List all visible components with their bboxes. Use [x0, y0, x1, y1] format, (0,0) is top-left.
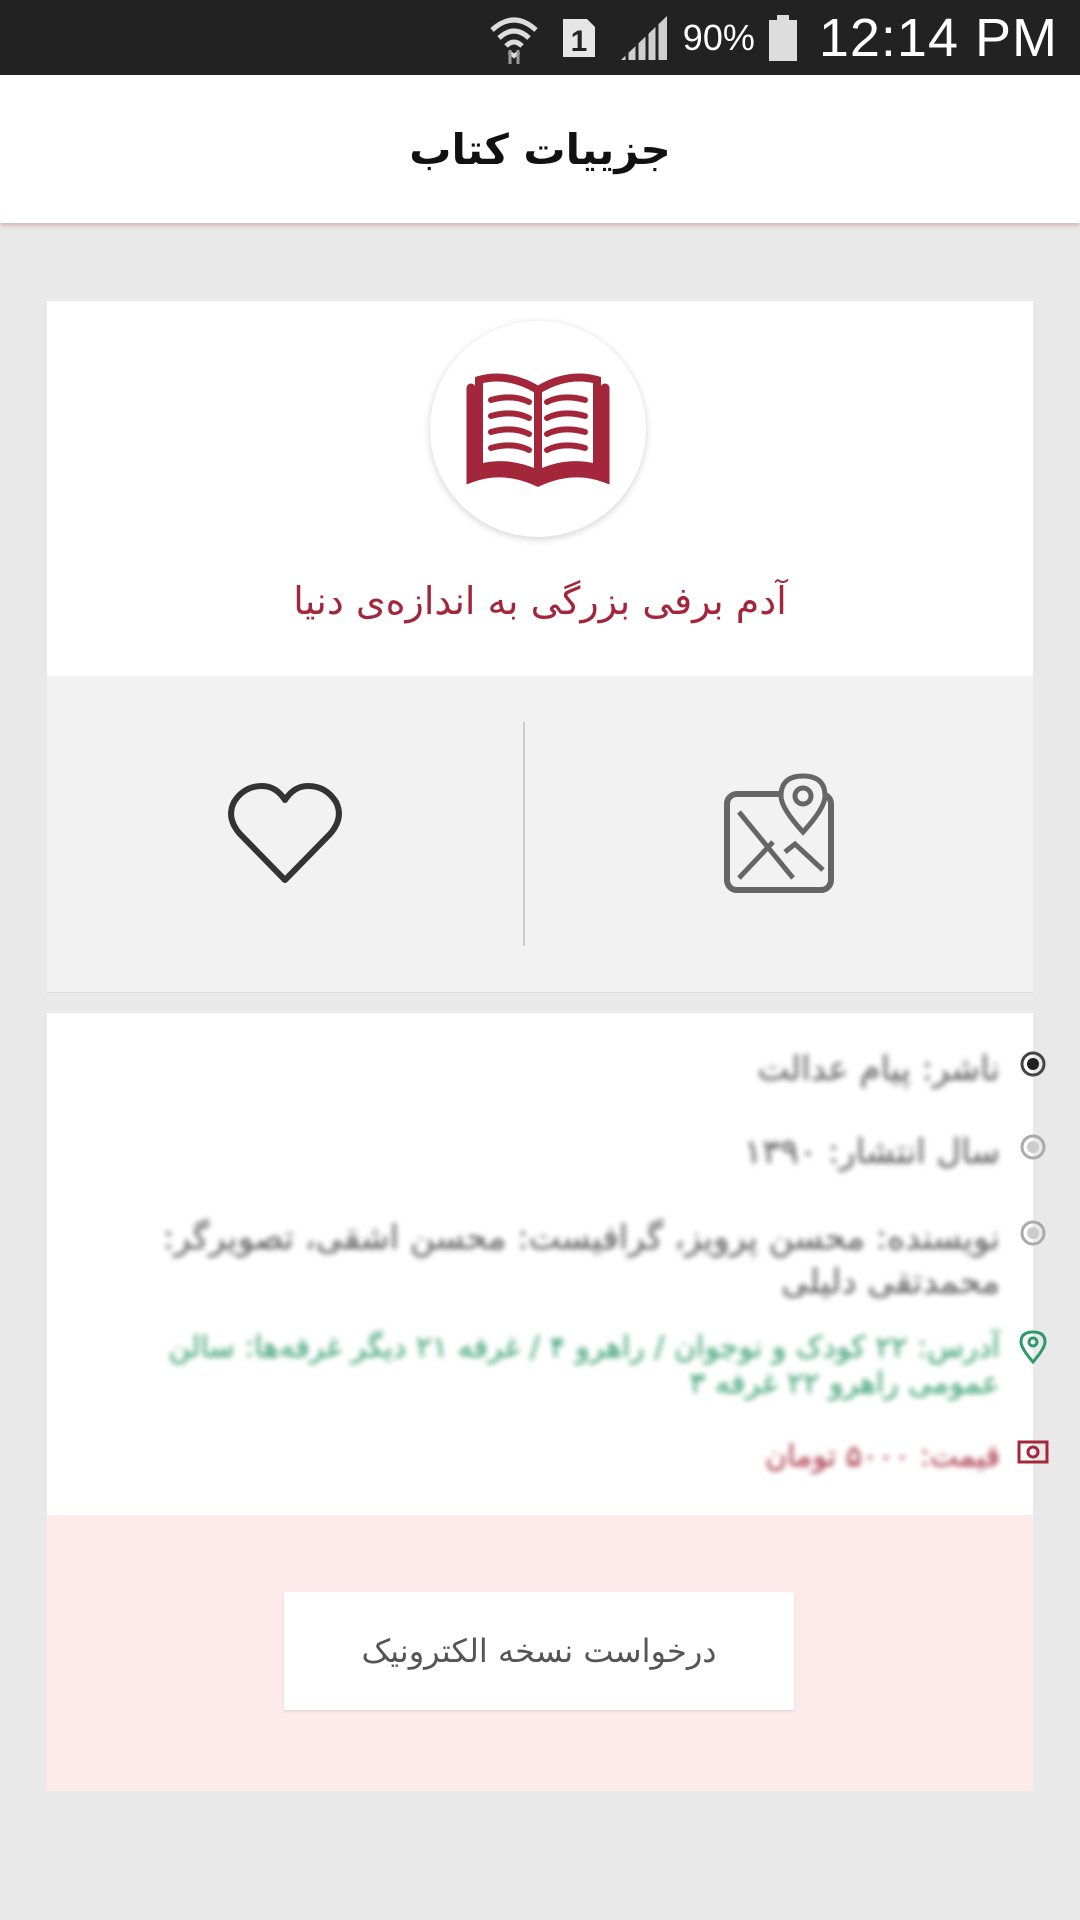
- radio-icon: [1016, 1130, 1050, 1164]
- address-text: آدرس: ۲۲ کودک و نوجوان / راهرو ۴ / غرفه …: [168, 1330, 1000, 1401]
- address-row: آدرس: ۲۲ کودک و نوجوان / راهرو ۴ / غرفه …: [150, 1330, 1050, 1402]
- radio-icon: [1016, 1216, 1050, 1250]
- sim-icon: 1: [559, 15, 599, 61]
- app-bar: جزییات کتاب: [0, 75, 1080, 223]
- author-text: نویسنده: محسن پرویز، گرافیست: محسن اشقی،…: [162, 1218, 1000, 1302]
- action-bar: [47, 676, 1033, 993]
- battery-percent: 90%: [682, 16, 755, 58]
- publisher-text: ناشر: پیام عدالت: [757, 1049, 1000, 1089]
- author-row: نویسنده: محسن پرویز، گرافیست: محسن اشقی،…: [150, 1216, 1050, 1304]
- price-text: قیمت: ۵۰۰۰ تومان: [765, 1439, 1000, 1474]
- map-button[interactable]: [525, 676, 1033, 992]
- money-icon: [1016, 1435, 1050, 1469]
- battery-icon: [767, 13, 799, 63]
- open-book-icon: [466, 373, 610, 487]
- status-bar: 1 90% 12:14 PM: [0, 0, 1080, 75]
- map-pin-icon: [724, 773, 834, 893]
- sim-slot-number: 1: [570, 25, 587, 58]
- radio-selected-icon: [1016, 1047, 1050, 1081]
- clock: 12:14 PM: [818, 7, 1058, 68]
- signal-icon: [619, 14, 669, 62]
- book-header-card: آدم برفی بزرگی به اندازه‌ی دنیا: [47, 301, 1033, 676]
- favorite-button[interactable]: [47, 676, 523, 992]
- request-panel: درخواست نسخه الکترونیک: [47, 1515, 1033, 1791]
- heart-icon: [228, 783, 342, 883]
- price-row: قیمت: ۵۰۰۰ تومان: [150, 1435, 1050, 1479]
- request-ebook-button[interactable]: درخواست نسخه الکترونیک: [284, 1592, 794, 1710]
- wifi-icon: [489, 10, 539, 66]
- page-title: جزییات کتاب: [409, 124, 671, 174]
- book-title: آدم برفی بزرگی به اندازه‌ی دنیا: [293, 579, 787, 623]
- year-text: سال انتشار: ۱۳۹۰: [744, 1132, 1000, 1172]
- book-avatar: [430, 321, 646, 537]
- year-row: سال انتشار: ۱۳۹۰: [150, 1130, 1050, 1174]
- publisher-row: ناشر: پیام عدالت: [150, 1047, 1050, 1091]
- location-pin-icon: [1016, 1330, 1050, 1364]
